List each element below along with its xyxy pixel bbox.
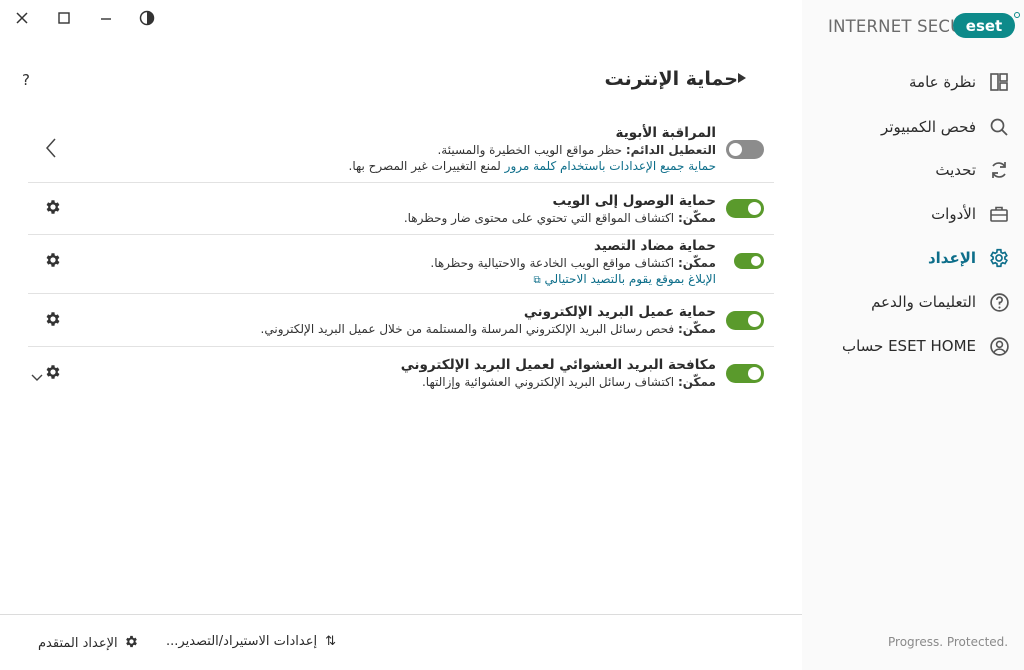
- row-title: حماية عميل البريد الإلكتروني: [523, 304, 716, 320]
- web-access-toggle[interactable]: [726, 199, 764, 218]
- row-text: المراقبة الأبوية التعطيل الدائم: حظر موا…: [349, 124, 716, 174]
- row-text: مكافحة البريد العشوائي لعميل البريد الإل…: [401, 356, 716, 390]
- row-web-access: حماية الوصول إلى الويب ممكّن: اكتشاف الم…: [28, 192, 774, 232]
- gear-icon[interactable]: [44, 363, 62, 381]
- divider: [28, 182, 774, 183]
- row-text: حماية عميل البريد الإلكتروني ممكّن: فحص …: [261, 303, 716, 337]
- row-text: حماية الوصول إلى الويب ممكّن: اكتشاف الم…: [404, 192, 716, 226]
- anti-phishing-toggle[interactable]: [734, 253, 764, 269]
- report-phishing-link[interactable]: الإبلاغ بموقع يقوم بالتصيد الاحتيالي ⧉: [430, 271, 716, 289]
- page-header: حماية الإنترنت: [605, 68, 762, 90]
- sidebar-item-label: حساب ESET HOME: [841, 337, 976, 355]
- desc-text: فحص رسائل البريد الإلكتروني المرسلة والم…: [260, 322, 678, 336]
- desc-text: حظر مواقع الويب الخطيرة والمسيئة.: [437, 143, 626, 157]
- sidebar-item-setup[interactable]: الإعداد: [830, 243, 1010, 273]
- chevron-left-icon[interactable]: [45, 138, 56, 162]
- divider: [28, 234, 774, 235]
- sidebar-item-label: الإعداد: [927, 249, 976, 267]
- close-icon[interactable]: [12, 8, 32, 28]
- row-desc: ممكّن: اكتشاف المواقع التي تحتوي على محت…: [404, 210, 716, 226]
- desc-text: اكتشاف مواقع الويب الخادعة والاحتيالية و…: [430, 256, 678, 270]
- email-client-toggle[interactable]: [726, 311, 764, 330]
- tagline: Progress. Protected.: [888, 635, 1009, 649]
- gear-icon: [124, 634, 139, 653]
- link-text: الإبلاغ بموقع يقوم بالتصيد الاحتيالي: [544, 272, 717, 286]
- minimize-icon[interactable]: [96, 8, 116, 28]
- gear-icon[interactable]: [44, 310, 62, 328]
- row-parental-control: المراقبة الأبوية التعطيل الدائم: حظر موا…: [28, 124, 774, 180]
- external-link-icon: ⧉: [533, 275, 541, 286]
- divider: [28, 293, 774, 294]
- status-label: ممكّن:: [677, 211, 716, 225]
- advanced-setup-button[interactable]: الإعداد المتقدم: [38, 634, 139, 653]
- help-icon: [988, 291, 1010, 313]
- row-title: حماية مضاد التصيد: [594, 238, 716, 254]
- status-label: ممكّن:: [677, 322, 716, 336]
- help-button[interactable]: ?: [22, 71, 30, 89]
- row-title: حماية الوصول إلى الويب: [552, 193, 716, 209]
- row-desc: ممكّن: فحص رسائل البريد الإلكتروني المرس…: [261, 321, 716, 337]
- row-link-line: حماية جميع الإعدادات باستخدام كلمة مرور …: [349, 158, 716, 174]
- account-icon: [988, 335, 1010, 357]
- desc-text: اكتشاف رسائل البريد الإلكتروني العشوائية…: [421, 375, 678, 389]
- sidebar-item-label: فحص الكمبيوتر: [881, 118, 976, 136]
- row-desc: ممكّن: اكتشاف مواقع الويب الخادعة والاحت…: [430, 255, 716, 271]
- row-desc: ممكّن: اكتشاف رسائل البريد الإلكتروني ال…: [401, 374, 716, 390]
- contrast-icon[interactable]: [137, 8, 157, 28]
- sort-arrows-icon: ⇅: [325, 634, 336, 649]
- row-antispam: مكافحة البريد العشوائي لعميل البريد الإل…: [28, 356, 774, 396]
- row-title: مكافحة البريد العشوائي لعميل البريد الإل…: [400, 357, 716, 373]
- sidebar-item-tools[interactable]: الأدوات: [830, 199, 1010, 229]
- status-label: ممكّن:: [677, 256, 716, 270]
- sidebar-item-eset-home[interactable]: حساب ESET HOME: [830, 331, 1010, 361]
- footer-divider: [0, 614, 802, 615]
- refresh-icon: [988, 159, 1010, 181]
- row-text: حماية مضاد التصيد ممكّن: اكتشاف مواقع ال…: [430, 237, 716, 289]
- caret-right-icon[interactable]: [738, 72, 746, 86]
- row-desc: التعطيل الدائم: حظر مواقع الويب الخطيرة …: [349, 142, 716, 158]
- sidebar-item-label: التعليمات والدعم: [871, 293, 976, 311]
- row-anti-phishing: حماية مضاد التصيد ممكّن: اكتشاف مواقع ال…: [28, 237, 774, 291]
- svg-text:eset: eset: [966, 17, 1002, 35]
- page-title: حماية الإنترنت: [604, 68, 738, 90]
- import-export-button[interactable]: ⇅ إعدادات الاستيراد/التصدير...: [166, 634, 336, 649]
- main-panel: ? حماية الإنترنت المراقبة الأبوية التعطي…: [0, 0, 802, 670]
- parental-control-toggle[interactable]: [726, 140, 764, 159]
- sidebar-item-label: نظرة عامة: [909, 73, 976, 91]
- gear-icon[interactable]: [44, 251, 62, 269]
- row-title: المراقبة الأبوية: [615, 125, 716, 141]
- sidebar-item-scan[interactable]: فحص الكمبيوتر: [830, 112, 1010, 142]
- sidebar-item-label: الأدوات: [931, 205, 976, 223]
- status-label: ممكّن:: [677, 375, 716, 389]
- gear-icon: [988, 247, 1010, 269]
- import-export-label: إعدادات الاستيراد/التصدير...: [166, 634, 318, 649]
- password-protect-link[interactable]: حماية جميع الإعدادات باستخدام كلمة مرور: [505, 159, 716, 173]
- sidebar-item-label: تحديث: [935, 161, 976, 179]
- gear-icon[interactable]: [44, 198, 62, 216]
- chevron-down-icon[interactable]: [31, 367, 43, 386]
- antispam-toggle[interactable]: [726, 364, 764, 383]
- status-label: التعطيل الدائم:: [625, 143, 716, 157]
- eset-logo: eset: [952, 12, 1020, 44]
- sidebar-item-help[interactable]: التعليمات والدعم: [830, 287, 1010, 317]
- advanced-setup-label: الإعداد المتقدم: [38, 636, 118, 651]
- sidebar-item-overview[interactable]: نظرة عامة: [830, 67, 1010, 97]
- link-tail-text: لمنع التغييرات غير المصرح بها.: [348, 159, 505, 173]
- row-email-client: حماية عميل البريد الإلكتروني ممكّن: فحص …: [28, 303, 774, 343]
- dashboard-icon: [988, 71, 1010, 93]
- desc-text: اكتشاف المواقع التي تحتوي على محتوى ضار …: [403, 211, 678, 225]
- briefcase-icon: [988, 203, 1010, 225]
- maximize-icon[interactable]: [54, 8, 74, 28]
- divider: [28, 346, 774, 347]
- search-icon: [988, 116, 1010, 138]
- sidebar-item-update[interactable]: تحديث: [830, 155, 1010, 185]
